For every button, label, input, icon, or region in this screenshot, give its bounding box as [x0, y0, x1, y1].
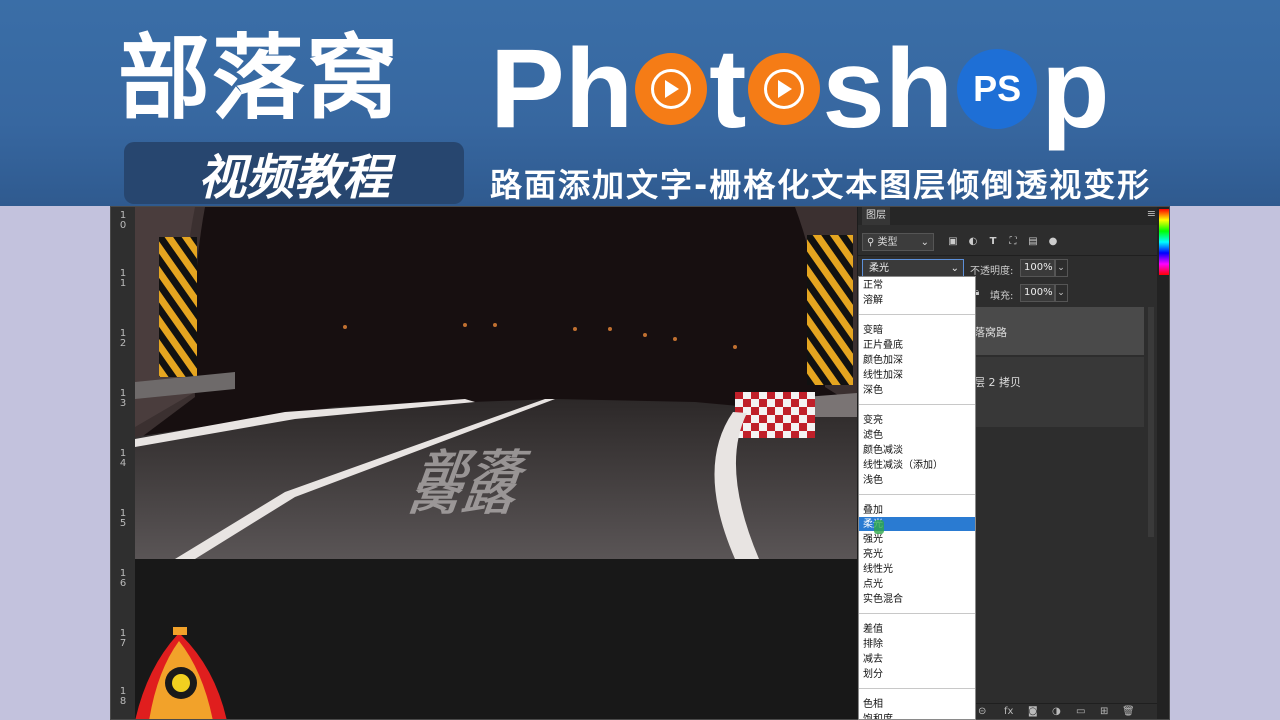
mascot-logo [127, 627, 237, 719]
dropdown-divider [859, 314, 975, 315]
blend-option[interactable]: 颜色减淡 [863, 443, 903, 458]
hamburger-icon[interactable]: ≡ [1147, 207, 1156, 220]
blend-option[interactable]: 减去 [863, 652, 883, 667]
dropdown-divider [859, 613, 975, 614]
blend-option[interactable]: 色相 [863, 697, 883, 712]
canvas-pasteboard[interactable] [135, 559, 857, 719]
blend-option[interactable]: 亮光 [863, 547, 883, 562]
ruler-label: 1 1 [119, 268, 127, 289]
brand-en-part-4: p [1041, 26, 1110, 151]
folder-icon[interactable]: ▭ [1076, 706, 1085, 717]
blend-option[interactable]: 强光 [863, 532, 883, 547]
color-spectrum-swatch[interactable] [1159, 209, 1169, 275]
chevron-down-icon[interactable]: ⌄ [1054, 259, 1068, 277]
ruler-label: 1 3 [119, 388, 127, 409]
photoshop-window: 1 0 1 1 1 2 1 3 1 4 1 5 1 6 1 7 1 8 部落窝路… [110, 206, 1170, 720]
image-icon[interactable]: ▣ [946, 235, 960, 249]
brand-en-part-2: t [709, 26, 747, 151]
dropdown-divider [859, 404, 975, 405]
blend-option[interactable]: 线性减淡（添加） [863, 458, 943, 473]
tab-layers[interactable]: 图层 [862, 207, 890, 225]
ps-badge-icon: PS [957, 49, 1038, 129]
adjustment-icon[interactable]: ◐ [966, 235, 980, 249]
blend-option[interactable]: 变暗 [863, 323, 883, 338]
brand-chinese-logo: 部落窝 [118, 25, 401, 132]
blend-option[interactable]: 变亮 [863, 413, 883, 428]
panel-scrollbar[interactable] [1148, 307, 1154, 537]
dropdown-divider [859, 688, 975, 689]
ruler-label: 1 8 [119, 686, 127, 707]
lesson-title: 路面添加文字-栅格化文本图层倾倒透视变形 [490, 166, 1152, 204]
blend-option[interactable]: 正常 [863, 278, 883, 293]
blend-option[interactable]: 深色 [863, 383, 883, 398]
new-layer-icon[interactable]: ⊞ [1100, 706, 1108, 717]
chevron-down-icon: ⌄ [920, 237, 929, 248]
layer-filter-row: ⚲ 类型 ⌄ ▣ ◐ T ⛶ ▤ ● [858, 229, 1158, 256]
ruler-label: 1 2 [119, 328, 127, 349]
blend-mode-dropdown[interactable]: 正常 溶解 变暗 正片叠底 颜色加深 线性加深 深色 变亮 滤色 颜色减淡 线性… [858, 276, 976, 720]
toggle-icon[interactable]: ● [1046, 235, 1060, 249]
trash-icon[interactable]: 🗑 [1122, 706, 1135, 717]
blend-option[interactable]: 划分 [863, 667, 883, 682]
ruler-label: 1 7 [119, 628, 127, 649]
layer-name: 落窝路 [974, 326, 1007, 339]
filter-kind-select[interactable]: ⚲ 类型 ⌄ [862, 233, 934, 251]
filter-kind-label: 类型 [877, 237, 898, 248]
video-tutorial-label: 视频教程 [124, 142, 464, 206]
ruler-label: 1 6 [119, 568, 127, 589]
adjustment-layer-icon[interactable]: ◑ [1052, 706, 1061, 717]
opacity-label: 不透明度: [970, 266, 1014, 277]
blend-option[interactable]: 饱和度 [863, 712, 893, 719]
chevron-down-icon[interactable]: ⌄ [1054, 284, 1068, 302]
blend-option[interactable]: 溶解 [863, 293, 883, 308]
blend-option[interactable]: 叠加 [863, 503, 883, 518]
smart-object-icon[interactable]: ▤ [1026, 235, 1040, 249]
blend-option[interactable]: 实色混合 [863, 592, 903, 607]
fx-icon[interactable]: fx [1004, 706, 1013, 717]
blend-option[interactable]: 线性光 [863, 562, 893, 577]
blend-option[interactable]: 正片叠底 [863, 338, 903, 353]
canvas-image-tunnel[interactable]: 部落窝路 [135, 207, 857, 559]
blend-option[interactable]: 颜色加深 [863, 353, 903, 368]
blend-option[interactable]: 点光 [863, 577, 883, 592]
mascot-icon [135, 627, 227, 719]
blend-option[interactable]: 滤色 [863, 428, 883, 443]
brand-photoshop-logo: Ph t sh PS p [490, 26, 1110, 151]
brand-en-part-1: Ph [490, 26, 634, 151]
type-icon[interactable]: T [986, 235, 1000, 249]
blend-option[interactable]: 差值 [863, 622, 883, 637]
play-circle-icon [635, 53, 708, 125]
ruler-label: 1 4 [119, 448, 127, 469]
color-strip [1157, 207, 1169, 719]
opacity-input[interactable]: 100% [1020, 259, 1056, 277]
blend-option[interactable]: 线性加深 [863, 368, 903, 383]
dropdown-divider [859, 494, 975, 495]
mouse-cursor-icon [874, 520, 884, 534]
ruler-label: 1 0 [119, 210, 127, 231]
banner: 部落窝 Ph t sh PS p 视频教程 路面添加文字-栅格化文本图层倾倒透视… [0, 0, 1280, 206]
blend-option[interactable]: 浅色 [863, 473, 883, 488]
brand-en-part-3: sh [822, 26, 954, 151]
ruler-label: 1 5 [119, 508, 127, 529]
road-painted-text: 部落窝路 [402, 446, 538, 520]
blend-option[interactable]: 排除 [863, 637, 883, 652]
blend-mode-value: 柔光 [869, 263, 889, 274]
mask-icon[interactable]: ◙ [1028, 706, 1038, 717]
play-circle-icon [748, 53, 821, 125]
link-icon[interactable]: ⊝ [978, 706, 986, 717]
search-icon: ⚲ [867, 237, 878, 248]
fill-input[interactable]: 100% [1020, 284, 1056, 302]
panel-header: 图层 ≡ [858, 207, 1158, 225]
shape-icon[interactable]: ⛶ [1006, 235, 1020, 249]
fill-label: 填充: [990, 291, 1014, 302]
layer-name: 层 2 拷贝 [974, 376, 1021, 389]
